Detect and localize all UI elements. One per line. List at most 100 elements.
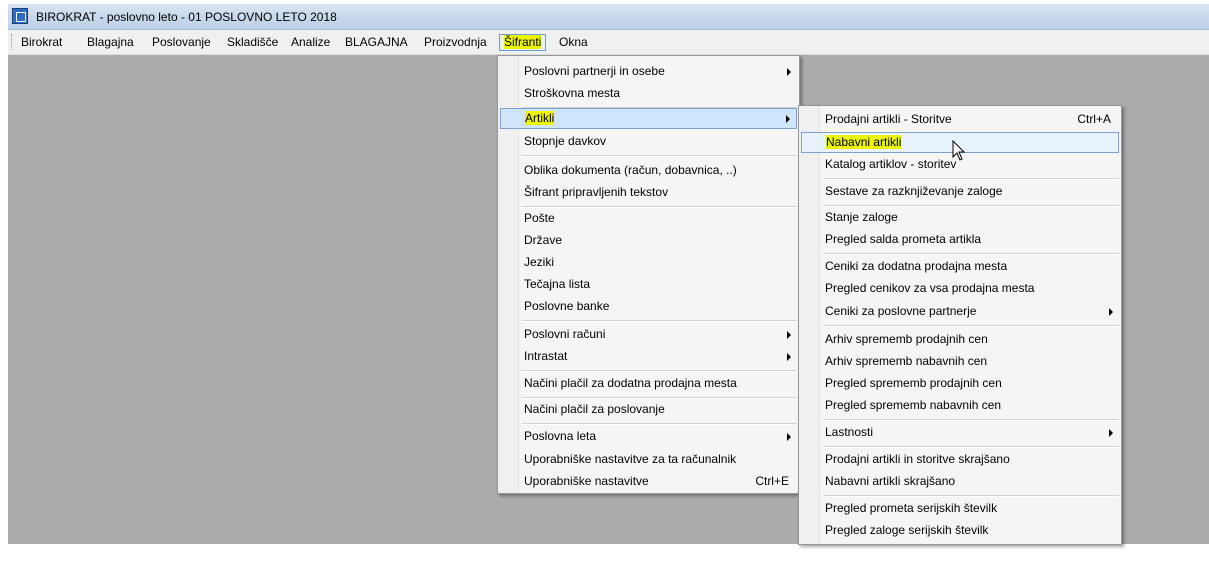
menu-proizvodnja[interactable]: Proizvodnja	[420, 34, 491, 51]
menu-item-label: Ceniki za poslovne partnerje	[825, 304, 977, 318]
window-title: BIROKRAT - poslovno leto - 01 POSLOVNO L…	[36, 10, 337, 24]
menu-item-label: Nabavni artikli	[826, 135, 902, 149]
menu-separator	[823, 419, 1119, 421]
submenu-pregled-nabavnih[interactable]: Pregled sprememb nabavnih cen	[801, 395, 1119, 416]
menu-item-label: Poslovne banke	[524, 299, 610, 313]
menu-item-label: Stroškovna mesta	[524, 86, 621, 100]
submenu-sestave[interactable]: Sestave za razknjiževanje zaloge	[801, 181, 1119, 202]
shortcut-label: Ctrl+E	[755, 474, 789, 488]
menu-item-label: Pošte	[524, 211, 555, 225]
menu-item-label: Tečajna lista	[524, 277, 591, 291]
menu-item-label: Ceniki za dodatna prodajna mesta	[825, 259, 1008, 273]
menu-artikli[interactable]: Artikli	[500, 108, 797, 129]
menu-item-label: Uporabniške nastavitve	[524, 474, 649, 488]
menu-item-label: Sestave za razknjiževanje zaloge	[825, 184, 1003, 198]
menu-stopnje-davkov[interactable]: Stopnje davkov	[500, 131, 797, 152]
menu-item-label: Pregled sprememb nabavnih cen	[825, 398, 1002, 412]
submenu-ceniki-dodatna[interactable]: Ceniki za dodatna prodajna mesta	[801, 256, 1119, 277]
menu-item-label: Poslovni računi	[524, 327, 606, 341]
menu-nacini-placil-dodatna[interactable]: Načini plačil za dodatna prodajna mesta	[500, 373, 797, 394]
menu-stroskovna-mesta[interactable]: Stroškovna mesta	[500, 83, 797, 104]
menu-separator	[522, 320, 797, 322]
menu-okna[interactable]: Okna	[555, 34, 592, 51]
menu-drzave[interactable]: Države	[500, 230, 797, 251]
submenu-promet-serijskih[interactable]: Pregled prometa serijskih številk	[801, 498, 1119, 519]
menu-analize[interactable]: Analize	[287, 34, 334, 51]
menu-separator	[823, 446, 1119, 448]
submenu-zaloga-serijskih[interactable]: Pregled zaloge serijskih številk	[801, 520, 1119, 541]
menu-poslovna-leta[interactable]: Poslovna leta	[500, 426, 797, 447]
menu-separator	[823, 253, 1119, 255]
menu-item-label: Jeziki	[524, 255, 555, 269]
submenu-lastnosti[interactable]: Lastnosti	[801, 422, 1119, 443]
artikli-submenu: Prodajni artikli - Storitve Ctrl+A Nabav…	[798, 105, 1122, 545]
menu-item-label: Stopnje davkov	[524, 134, 607, 148]
menu-item-label: Arhiv sprememb nabavnih cen	[825, 354, 988, 368]
menu-sifrant-tekstov[interactable]: Šifrant pripravljenih tekstov	[500, 182, 797, 203]
menu-item-label: Lastnosti	[825, 425, 874, 439]
menu-item-label: Prodajni artikli in storitve skrajšano	[825, 452, 1010, 466]
menu-sifranti-label: Šifranti	[504, 35, 542, 49]
submenu-prodajni-artikli[interactable]: Prodajni artikli - Storitve Ctrl+A	[801, 109, 1119, 130]
submenu-arrow-icon	[786, 115, 790, 123]
menu-separator	[522, 155, 797, 157]
submenu-arrow-icon	[1109, 308, 1113, 316]
submenu-pregled-salda[interactable]: Pregled salda prometa artikla	[801, 229, 1119, 250]
submenu-prodajni-skrajsano[interactable]: Prodajni artikli in storitve skrajšano	[801, 449, 1119, 470]
submenu-stanje-zaloge[interactable]: Stanje zaloge	[801, 207, 1119, 228]
submenu-ceniki-partnerje[interactable]: Ceniki za poslovne partnerje	[801, 301, 1119, 322]
menu-nastavitve-racunalnik[interactable]: Uporabniške nastavitve za ta računalnik	[500, 449, 797, 470]
submenu-pregled-cenikov[interactable]: Pregled cenikov za vsa prodajna mesta	[801, 278, 1119, 299]
submenu-arrow-icon	[787, 331, 791, 339]
menu-poslovni-racuni[interactable]: Poslovni računi	[500, 324, 797, 345]
menu-nacini-placil-poslovanje[interactable]: Načini plačil za poslovanje	[500, 399, 797, 420]
menu-blagajna[interactable]: Blagajna	[83, 34, 138, 51]
menu-item-label: Prodajni artikli - Storitve	[825, 112, 952, 126]
menu-item-label: Pregled prometa serijskih številk	[825, 501, 998, 515]
menu-birokrat[interactable]: Birokrat	[17, 34, 66, 51]
menu-jeziki[interactable]: Jeziki	[500, 252, 797, 273]
submenu-arrow-icon	[1109, 429, 1113, 437]
menu-item-label: Nabavni artikli skrajšano	[825, 474, 956, 488]
menu-separator	[823, 325, 1119, 327]
menu-oblika-dokumenta[interactable]: Oblika dokumenta (račun, dobavnica, ..)	[500, 160, 797, 181]
menu-poslovne-banke[interactable]: Poslovne banke	[500, 296, 797, 317]
menu-item-label: Načini plačil za poslovanje	[524, 402, 665, 416]
submenu-nabavni-skrajsano[interactable]: Nabavni artikli skrajšano	[801, 471, 1119, 492]
menu-poste[interactable]: Pošte	[500, 208, 797, 229]
menu-poslovni-partnerji[interactable]: Poslovni partnerji in osebe	[500, 61, 797, 82]
app-icon[interactable]	[12, 8, 28, 24]
submenu-arhiv-nabavnih[interactable]: Arhiv sprememb nabavnih cen	[801, 351, 1119, 372]
submenu-arhiv-prodajnih[interactable]: Arhiv sprememb prodajnih cen	[801, 329, 1119, 350]
mouse-cursor-icon	[952, 140, 966, 161]
menu-intrastat[interactable]: Intrastat	[500, 346, 797, 367]
menu-item-label: Oblika dokumenta (račun, dobavnica, ..)	[524, 163, 737, 177]
menu-item-label: Pregled cenikov za vsa prodajna mesta	[825, 281, 1035, 295]
menu-sifranti[interactable]: Šifranti	[499, 34, 547, 51]
menu-item-label: Intrastat	[524, 349, 568, 363]
submenu-arrow-icon	[787, 68, 791, 76]
menu-item-label: Artikli	[525, 111, 555, 125]
menu-separator	[823, 495, 1119, 497]
menu-skladisce[interactable]: Skladišče	[223, 34, 282, 51]
submenu-pregled-prodajnih[interactable]: Pregled sprememb prodajnih cen	[801, 373, 1119, 394]
menu-item-label: Poslovna leta	[524, 429, 597, 443]
menu-poslovanje[interactable]: Poslovanje	[148, 34, 215, 51]
menu-tecajna-lista[interactable]: Tečajna lista	[500, 274, 797, 295]
menu-item-label: Pregled sprememb prodajnih cen	[825, 376, 1002, 390]
menu-item-label: Uporabniške nastavitve za ta računalnik	[524, 452, 737, 466]
menu-item-label: Arhiv sprememb prodajnih cen	[825, 332, 988, 346]
shortcut-label: Ctrl+A	[1077, 112, 1111, 126]
title-bar: BIROKRAT - poslovno leto - 01 POSLOVNO L…	[8, 4, 1209, 30]
menu-blagajna-caps[interactable]: BLAGAJNA	[341, 34, 412, 51]
menu-bar: Birokrat Blagajna Poslovanje Skladišče A…	[8, 30, 1209, 55]
menu-item-label: Pregled salda prometa artikla	[825, 232, 982, 246]
menu-separator	[823, 178, 1119, 180]
menu-item-label: Stanje zaloge	[825, 210, 898, 224]
menu-item-label: Šifrant pripravljenih tekstov	[524, 185, 669, 199]
menu-item-label: Poslovni partnerji in osebe	[524, 64, 665, 78]
menu-uporabniske-nastavitve[interactable]: Uporabniške nastavitve Ctrl+E	[500, 471, 797, 492]
menu-item-label: Katalog artiklov - storitev	[825, 157, 957, 171]
menu-separator	[522, 423, 797, 425]
menu-item-label: Države	[524, 233, 563, 247]
